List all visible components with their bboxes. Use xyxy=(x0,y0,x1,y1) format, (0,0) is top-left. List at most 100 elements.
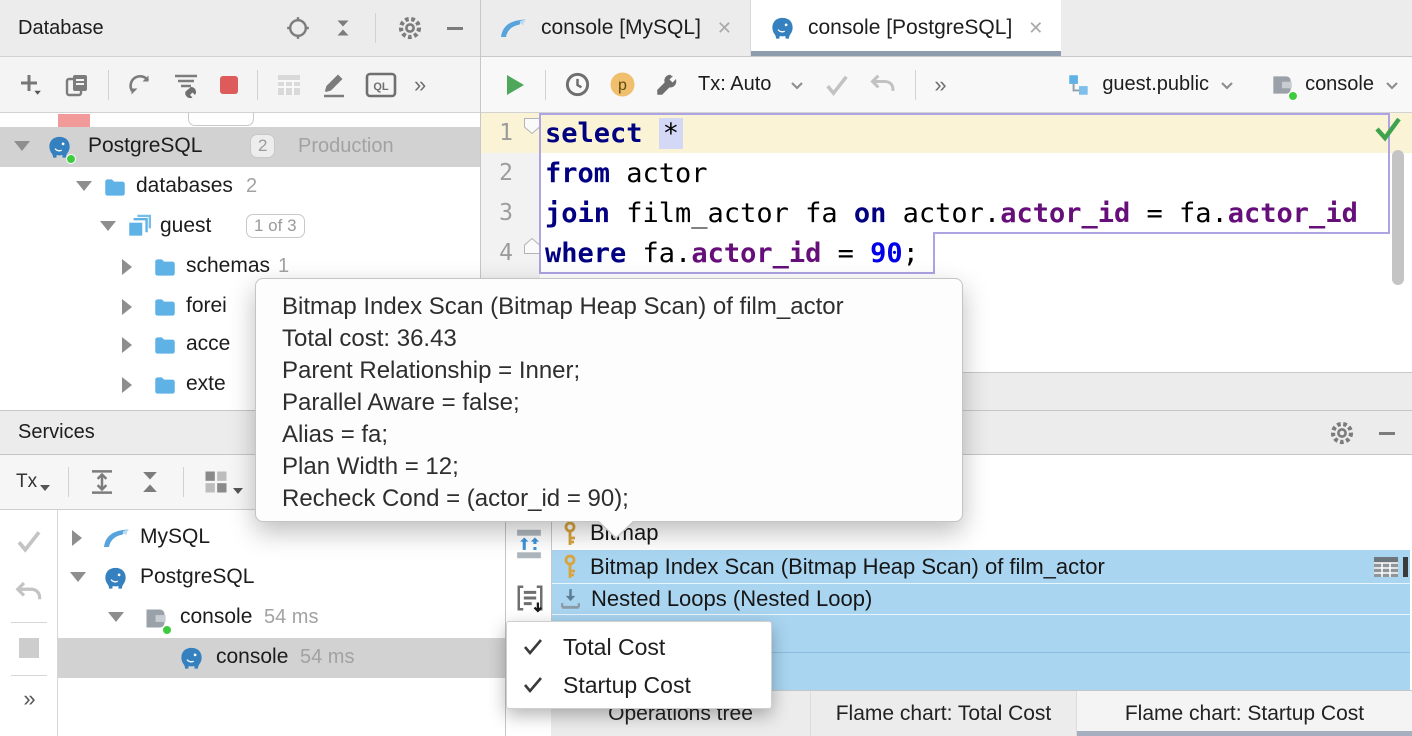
edit-icon[interactable] xyxy=(320,71,348,99)
console-ql-icon[interactable]: QL xyxy=(365,70,397,100)
close-icon[interactable]: ✕ xyxy=(717,18,732,39)
tab-label: console [MySQL] xyxy=(541,16,701,40)
hide-icon[interactable] xyxy=(444,17,466,39)
postgresql-elephant-icon xyxy=(769,15,796,42)
collapse-all-icon[interactable] xyxy=(135,467,165,497)
gear-icon[interactable] xyxy=(1328,419,1356,447)
tooltip-line: Parent Relationship = Inner; xyxy=(282,355,936,387)
services-row-mysql[interactable]: MySQL xyxy=(58,518,505,558)
key-icon xyxy=(558,520,582,547)
plan-row-label: Nested Loops (Nested Loop) xyxy=(591,586,872,612)
tree-label: PostgreSQL xyxy=(140,565,254,589)
tree-row-guest[interactable]: guest 1 of 3 xyxy=(0,207,480,247)
parameter-p-icon[interactable]: p xyxy=(609,71,636,98)
folder-icon xyxy=(152,254,178,280)
plan-row-bitmap-scan[interactable]: Bitmap Index Scan (Bitmap Heap Scan) of … xyxy=(552,550,1410,583)
session-icon xyxy=(142,605,169,632)
editor-toolbar: p Tx: Auto » guest.public console xyxy=(481,57,1412,113)
check-icon xyxy=(521,635,545,659)
tree-label: console xyxy=(180,605,252,629)
database-toolbar: QL » xyxy=(0,57,480,113)
services-row-session[interactable]: console 54 ms xyxy=(58,598,505,638)
line-number: 1 xyxy=(487,120,513,146)
more-chevrons-icon[interactable]: » xyxy=(414,72,424,98)
count-text: 2 xyxy=(246,175,257,198)
chevron-right-icon[interactable] xyxy=(122,259,132,275)
chevron-right-icon[interactable] xyxy=(72,530,82,546)
close-icon[interactable]: ✕ xyxy=(1028,18,1043,39)
tab-console-mysql[interactable]: console [MySQL] ✕ xyxy=(481,0,751,56)
folder-icon xyxy=(152,332,178,358)
tab-console-postgresql[interactable]: console [PostgreSQL] ✕ xyxy=(751,0,1061,56)
tooltip-line: Bitmap Index Scan (Bitmap Heap Scan) of … xyxy=(282,291,936,323)
gear-icon[interactable] xyxy=(396,14,424,42)
connected-dot xyxy=(1288,91,1298,101)
duplicate-icon[interactable] xyxy=(63,71,91,99)
collapse-all-icon[interactable] xyxy=(331,16,355,40)
add-icon[interactable] xyxy=(16,70,46,100)
menu-item-startup-cost[interactable]: Startup Cost xyxy=(507,666,771,704)
commit-check-icon xyxy=(14,526,44,556)
postgresql-elephant-icon xyxy=(178,645,205,672)
tooltip-pointer-icon xyxy=(598,521,634,541)
tree-row-databases[interactable]: databases 2 xyxy=(0,167,480,207)
chevron-down-icon[interactable] xyxy=(1384,77,1400,93)
chevron-down-icon[interactable] xyxy=(14,141,30,151)
data-source-properties-icon[interactable] xyxy=(171,70,201,100)
plan-row-nested-loops[interactable]: Nested Loops (Nested Loop) xyxy=(552,583,1410,614)
chevron-down-icon[interactable] xyxy=(100,221,116,231)
divider xyxy=(11,622,47,623)
run-icon[interactable] xyxy=(503,72,527,98)
tree-row-postgresql[interactable]: PostgreSQL 2 Production xyxy=(0,127,480,167)
chevron-right-icon[interactable] xyxy=(122,337,132,353)
chevron-down-icon[interactable] xyxy=(70,572,86,582)
tx-mode-dropdown[interactable]: Tx: Auto xyxy=(698,73,771,96)
fold-handle-icon[interactable] xyxy=(523,237,541,255)
table-grid-icon[interactable] xyxy=(1373,555,1399,579)
plan-row-label: Bitmap Index Scan (Bitmap Heap Scan) of … xyxy=(590,554,1105,580)
locate-icon[interactable] xyxy=(285,15,311,41)
tooltip-line: Total cost: 36.43 xyxy=(282,323,936,355)
tree-label: MySQL xyxy=(140,525,210,549)
mysql-dolphin-icon xyxy=(102,525,132,551)
expand-all-icon[interactable] xyxy=(87,467,117,497)
group-by-icon[interactable] xyxy=(202,468,243,496)
services-row-postgresql[interactable]: PostgreSQL xyxy=(58,558,505,598)
wrench-icon[interactable] xyxy=(654,72,680,98)
services-side-rail: » xyxy=(0,510,58,736)
postgresql-elephant-icon xyxy=(102,565,129,592)
schema-selector[interactable]: guest.public xyxy=(1102,73,1209,96)
services-row-console-selected[interactable]: console 54 ms xyxy=(58,638,505,678)
commit-check-icon xyxy=(823,71,851,99)
mysql-dolphin-icon xyxy=(499,15,529,41)
chevron-right-icon[interactable] xyxy=(122,299,132,315)
stretch-rows-icon[interactable] xyxy=(510,525,548,563)
more-chevrons-icon[interactable]: » xyxy=(934,72,944,98)
refresh-icon[interactable] xyxy=(126,71,154,99)
fold-handle-icon[interactable] xyxy=(523,117,541,135)
caret-highlight: * xyxy=(659,118,683,149)
more-chevrons-icon[interactable]: » xyxy=(23,686,33,712)
menu-item-label: Startup Cost xyxy=(563,672,691,699)
history-clock-icon[interactable] xyxy=(564,71,591,98)
tx-dropdown[interactable]: Tx xyxy=(16,471,50,493)
editor-scrollbar[interactable] xyxy=(1392,150,1404,285)
hide-icon[interactable] xyxy=(1376,422,1398,444)
chevron-down-icon[interactable] xyxy=(789,77,805,93)
tree-label: acce xyxy=(186,332,230,356)
chevron-down-icon[interactable] xyxy=(76,181,92,191)
tab-flame-startup-cost[interactable]: Flame chart: Startup Cost xyxy=(1077,691,1412,736)
menu-item-label: Total Cost xyxy=(563,634,665,661)
view-options-icon[interactable] xyxy=(512,580,548,616)
chevron-down-icon[interactable] xyxy=(1219,77,1235,93)
stop-icon[interactable] xyxy=(218,74,240,96)
folder-icon xyxy=(152,294,178,320)
duration-text: 54 ms xyxy=(264,606,318,629)
divider xyxy=(108,70,109,100)
divider xyxy=(68,467,69,497)
chevron-down-icon[interactable] xyxy=(108,612,124,622)
session-selector[interactable]: console xyxy=(1305,73,1374,96)
chevron-right-icon[interactable] xyxy=(122,377,132,393)
menu-item-total-cost[interactable]: Total Cost xyxy=(507,628,771,666)
tab-flame-total-cost[interactable]: Flame chart: Total Cost xyxy=(811,691,1077,736)
